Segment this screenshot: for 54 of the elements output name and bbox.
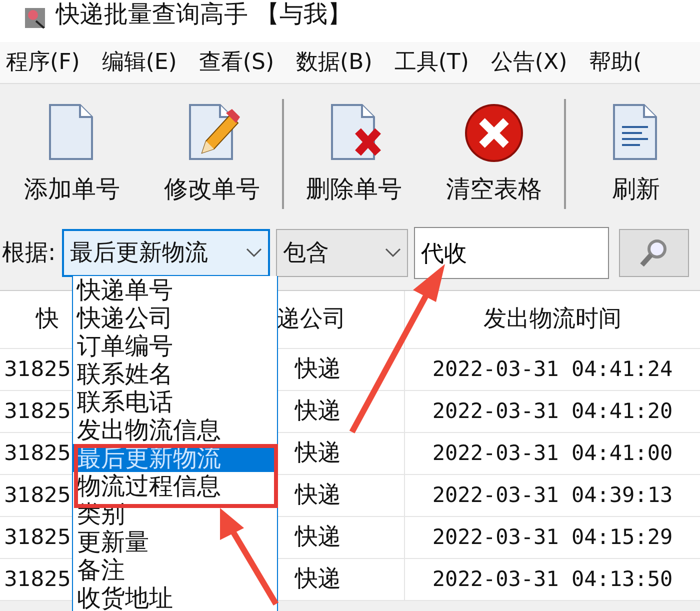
table-cell-text: 快递 bbox=[295, 565, 341, 594]
caret-icon bbox=[246, 248, 262, 258]
column-header[interactable]: 发出物流时间 bbox=[484, 306, 622, 332]
table-cell: 31825 bbox=[4, 398, 71, 423]
dropdown-option[interactable]: 联系电话 bbox=[73, 388, 277, 416]
table-cell: 2022-03-31 04:41:20 bbox=[432, 398, 673, 423]
menu-item[interactable]: 工具(T) bbox=[390, 46, 473, 79]
app-icon bbox=[24, 7, 46, 29]
table-cell-text: 快递 bbox=[295, 397, 341, 426]
table-cell-text: 快递 bbox=[295, 481, 341, 510]
dropdown-option[interactable]: 备注 bbox=[73, 556, 277, 584]
search-field[interactable]: 代收 bbox=[414, 227, 609, 279]
menu-item[interactable]: 公告(X) bbox=[486, 46, 572, 79]
table-cell-text: 快递 bbox=[295, 523, 341, 552]
dropdown-option[interactable]: 快递单号 bbox=[73, 276, 277, 304]
dropdown-option[interactable]: 物流过程信息 bbox=[73, 472, 277, 500]
table-cell: 31825 bbox=[4, 524, 71, 549]
menu-item[interactable]: 数据(B) bbox=[292, 46, 376, 79]
dropdown-option[interactable]: 发出物流信息 bbox=[73, 416, 277, 444]
dropdown-option[interactable]: 联系姓名 bbox=[73, 360, 277, 388]
table-cell: 2022-03-31 04:13:50 bbox=[432, 566, 673, 591]
table-cell: 2022-03-31 04:39:13 bbox=[432, 482, 673, 507]
column-header[interactable]: 快 bbox=[36, 306, 59, 332]
table-cell-text: 快递 bbox=[295, 439, 341, 468]
clear-icon bbox=[462, 101, 526, 165]
toolbar-button[interactable]: 刷新 bbox=[566, 101, 700, 207]
search-icon bbox=[638, 238, 669, 268]
dropdown-option[interactable]: 收货地址 bbox=[73, 584, 277, 611]
table-cell: 2022-03-31 04:15:29 bbox=[432, 524, 673, 549]
table-cell: 31825 bbox=[4, 356, 71, 381]
toolbar-button[interactable]: 删除单号 bbox=[284, 101, 424, 207]
caret-icon bbox=[384, 248, 401, 258]
menu-item[interactable]: 编辑(E) bbox=[98, 46, 181, 79]
menu-item[interactable]: 查看(S) bbox=[194, 46, 278, 79]
search-label: 根据: bbox=[1, 238, 56, 268]
match-dropdown[interactable]: 包含 bbox=[276, 229, 408, 277]
table-cell: 31825 bbox=[4, 440, 71, 465]
table-cell: 31825 bbox=[4, 566, 71, 591]
toolbar-button[interactable]: 清空表格 bbox=[424, 101, 564, 207]
dropdown-option[interactable]: 快递公司 bbox=[73, 304, 277, 332]
toolbar-button[interactable]: 添加单号 bbox=[2, 101, 142, 207]
column-header[interactable]: 递公司 bbox=[277, 302, 346, 337]
table-cell: 2022-03-31 04:41:00 bbox=[432, 440, 673, 465]
menu-item[interactable]: 程序(F) bbox=[2, 46, 84, 79]
toolbar-button[interactable]: 修改单号 bbox=[142, 101, 282, 207]
table-cell: 2022-03-31 04:41:24 bbox=[432, 356, 673, 381]
window-title: 快递批量查询高手 【与我】 bbox=[56, 0, 352, 30]
table-cell-text: 快递 bbox=[295, 355, 341, 384]
dropdown-option[interactable]: 订单编号 bbox=[73, 332, 277, 360]
search-button[interactable] bbox=[618, 229, 689, 277]
menu-item[interactable]: 帮助( bbox=[585, 46, 646, 79]
table-cell: 31825 bbox=[4, 482, 71, 507]
dropdown-option[interactable]: 更新量 bbox=[73, 528, 277, 556]
field-dropdown[interactable]: 最后更新物流 bbox=[62, 229, 270, 277]
